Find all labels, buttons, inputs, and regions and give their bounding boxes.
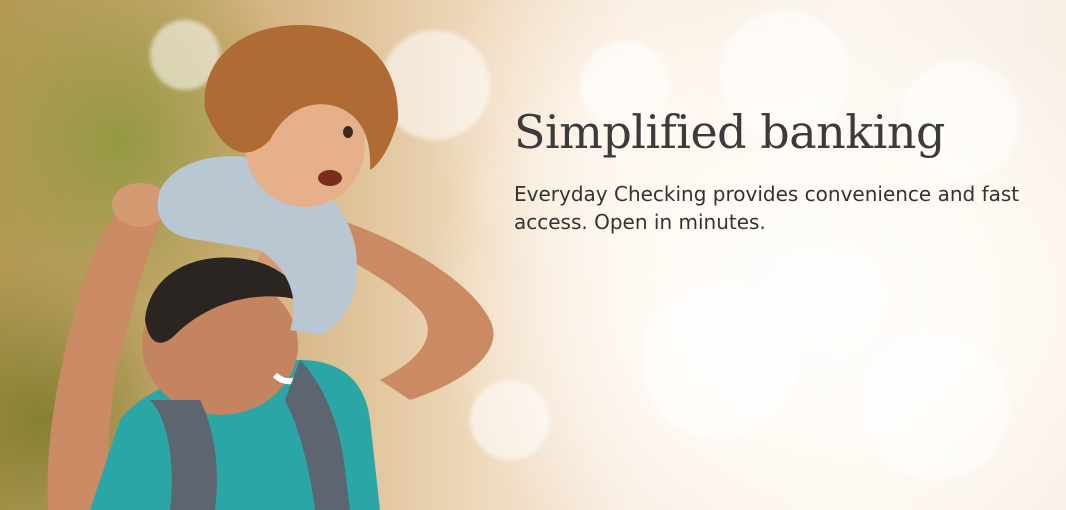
hero-banner: Simplified banking Everyday Checking pro… [0,0,1066,510]
hero-headline: Simplified banking [514,105,945,159]
family-photo-image [47,25,494,510]
bokeh-light [640,280,800,440]
hero-copy: Simplified banking Everyday Checking pro… [514,104,1044,236]
bokeh-light [860,330,1010,480]
hero-subcopy: Everyday Checking provides convenience a… [514,182,1020,234]
